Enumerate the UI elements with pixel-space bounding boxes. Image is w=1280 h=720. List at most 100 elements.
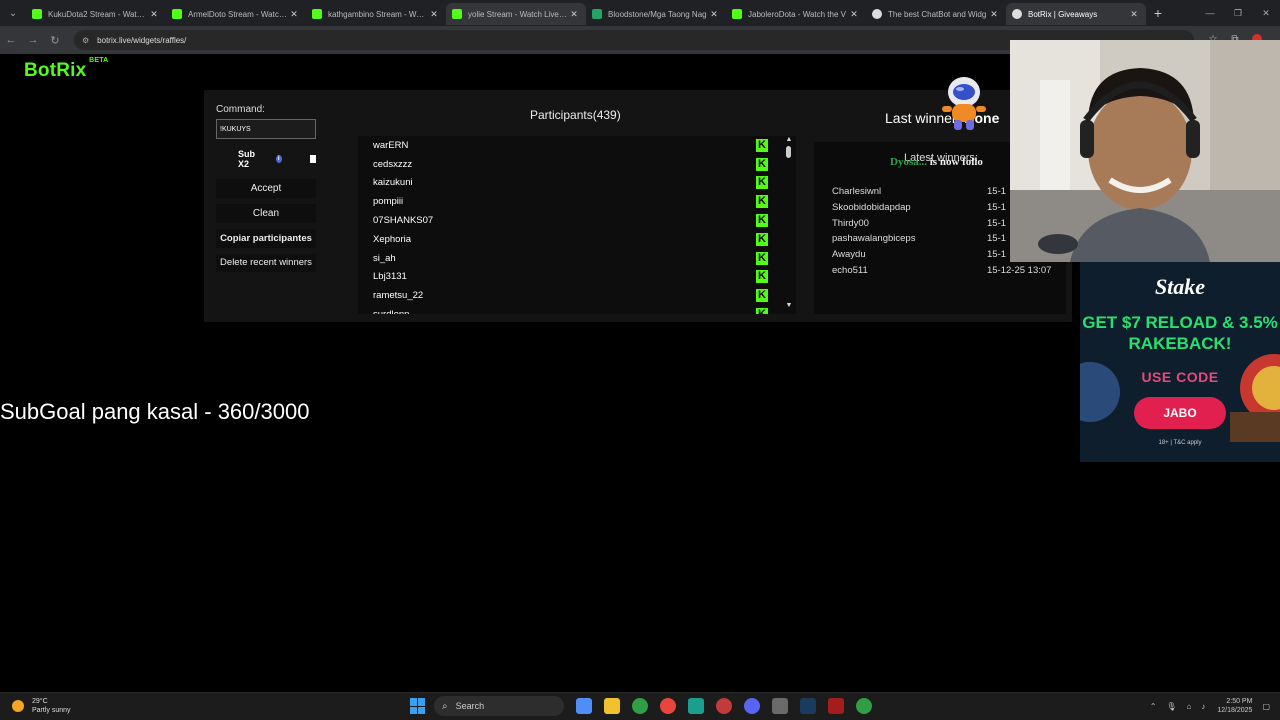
delete-recent-winners-button[interactable]: Delete recent winners [216,254,316,272]
snipping-tool-icon[interactable] [772,698,788,714]
tab-title: yolie Stream - Watch Live on Kick [468,9,568,19]
copilot-icon[interactable] [576,698,592,714]
dota2-icon[interactable] [828,698,844,714]
start-icon[interactable] [410,698,426,714]
tab-close-icon[interactable]: ✕ [148,9,160,20]
kick-icon: K [756,157,768,171]
participants-scrollbar[interactable]: ▲ ▼ [784,136,794,314]
clean-button[interactable]: Clean [216,204,316,223]
browser-tab[interactable]: JaboleroDota - Watch the V ✕ [726,3,866,25]
tab-favicon-icon [592,9,602,19]
weather-sun-icon [12,700,24,712]
chrome-active-icon[interactable] [716,698,732,714]
participant-row: kaizukuni K [358,174,796,193]
tab-favicon-icon [452,9,462,19]
tab-search-icon[interactable]: ⌄ [0,0,26,26]
file-explorer-icon[interactable] [604,698,620,714]
command-input[interactable] [216,119,316,139]
close-window-icon[interactable]: ✕ [1252,0,1280,26]
tab-close-icon[interactable]: ✕ [428,9,440,20]
steam-icon[interactable] [800,698,816,714]
minimize-icon[interactable]: — [1196,0,1224,26]
winner-date: 15-1 [987,202,1007,213]
copy-participants-button[interactable]: Copiar participantes [216,229,316,248]
winner-name: Charlesiwnl [832,186,882,197]
browser-tab[interactable]: ArmelDoto Stream - Watch Live✕ [166,3,306,25]
notifications-icon[interactable]: ▢ [1262,702,1270,711]
kick-icon: K [756,232,768,246]
browser-tab[interactable]: kathgambino Stream - Watch Live✕ [306,3,446,25]
ad-code-button[interactable]: JABO [1134,397,1226,429]
discord-icon[interactable] [744,698,760,714]
tab-title: BotRix | Giveaways [1028,9,1098,19]
winner-name: echo511 [832,265,868,276]
participant-row: si_ah K [358,249,796,268]
winner-name: Skoobidobidapdap [832,202,911,213]
weather-condition: Partly sunny [32,707,71,714]
winner-name: pashawalangbiceps [832,233,916,244]
maximize-icon[interactable]: ❐ [1224,0,1252,26]
participant-name: Lbj3131 [373,271,407,283]
back-icon[interactable]: ← [0,34,22,46]
info-icon[interactable]: i [275,155,282,163]
scroll-up-icon[interactable]: ▲ [784,136,794,144]
browser-tab[interactable]: yolie Stream - Watch Live on Kick✕ [446,3,586,25]
botrix-logo[interactable]: BotRix BETA [24,57,108,82]
site-info-icon[interactable]: ⚙ [82,36,89,45]
forward-icon[interactable]: → [22,34,44,46]
microphone-icon[interactable]: 🎙 [1166,702,1176,711]
tab-close-icon[interactable]: ✕ [708,9,720,20]
stake-ad[interactable]: Stake GET $7 RELOAD & 3.5% RAKEBACK! USE… [1080,262,1280,462]
browser-tab[interactable]: BotRix | Giveaways ✕ [1006,3,1146,25]
tab-close-icon[interactable]: ✕ [1128,9,1140,20]
sub-x2-checkbox[interactable] [309,155,316,163]
tab-close-icon[interactable]: ✕ [848,9,860,20]
tab-strip: ⌄ KukuDota2 Stream - Watch Live✕ArmelDot… [0,0,1280,26]
tab-close-icon[interactable]: ✕ [288,9,300,20]
winner-name: Thirdy00 [832,218,869,229]
tab-title: JaboleroDota - Watch the V [748,9,846,19]
tab-title: ArmelDoto Stream - Watch Live [188,9,288,19]
app-icon[interactable] [688,698,704,714]
new-tab-icon[interactable]: + [1146,5,1170,21]
scroll-down-icon[interactable]: ▼ [784,302,794,310]
clock-date: 12/18/2025 [1217,707,1253,714]
network-icon[interactable]: ⌂ [1187,702,1192,711]
chrome-extra-icon[interactable] [856,698,872,714]
command-label: Command: [216,104,265,115]
tab-close-icon[interactable]: ✕ [988,9,1000,20]
reload-icon[interactable]: ↻ [44,34,66,47]
participants-list[interactable]: warERN Kcedsxzzz Kkaizukuni Kpompiii K 07SHAN… [358,136,796,314]
winner-row: echo511 15-12-25 13:07 [832,265,1072,276]
browser-tab[interactable]: The best ChatBot and Widg ✕ [866,3,1006,25]
weather-widget[interactable]: 29°C Partly sunny [12,697,71,715]
participant-name: 07SHANKS07 [373,215,434,227]
system-tray: ⌃ 🎙 ⌂ ♪ 2:50 PM 12/18/2025 ▢ [1140,697,1270,715]
clock[interactable]: 2:50 PM 12/18/2025 [1217,697,1252,715]
participant-name: Xephoria [373,233,412,245]
window-controls: — ❐ ✕ [1196,0,1280,26]
chrome-icon[interactable] [632,698,648,714]
scroll-thumb[interactable] [786,146,791,158]
participant-row: 07SHANKS07 K [358,211,796,230]
participants-title: Participants(439) [530,108,621,122]
volume-icon[interactable]: ♪ [1201,702,1205,711]
tab-title: kathgambino Stream - Watch Live [328,9,428,19]
tab-title: KukuDota2 Stream - Watch Live [48,9,148,19]
winner-date: 15-1 [987,218,1007,229]
browser-tab[interactable]: Bloodstone/Mga Taong Nag ✕ [586,3,726,25]
participant-name: pompiii [373,196,404,208]
participant-name: si_ah [373,252,396,264]
follow-alert-user: Dyosa... [890,156,927,168]
taskbar-search[interactable]: ⌕ Search [434,696,564,716]
tab-favicon-icon [32,9,42,19]
tab-favicon-icon [872,9,882,19]
tab-title: Bloodstone/Mga Taong Nag [608,9,707,19]
kick-icon: K [756,251,768,265]
tab-close-icon[interactable]: ✕ [568,9,580,20]
accept-button[interactable]: Accept [216,179,316,198]
tray-chevron-icon[interactable]: ⌃ [1150,702,1157,711]
browser-tab[interactable]: KukuDota2 Stream - Watch Live✕ [26,3,166,25]
chrome-profile-icon[interactable] [660,698,676,714]
kick-icon: K [756,195,768,209]
